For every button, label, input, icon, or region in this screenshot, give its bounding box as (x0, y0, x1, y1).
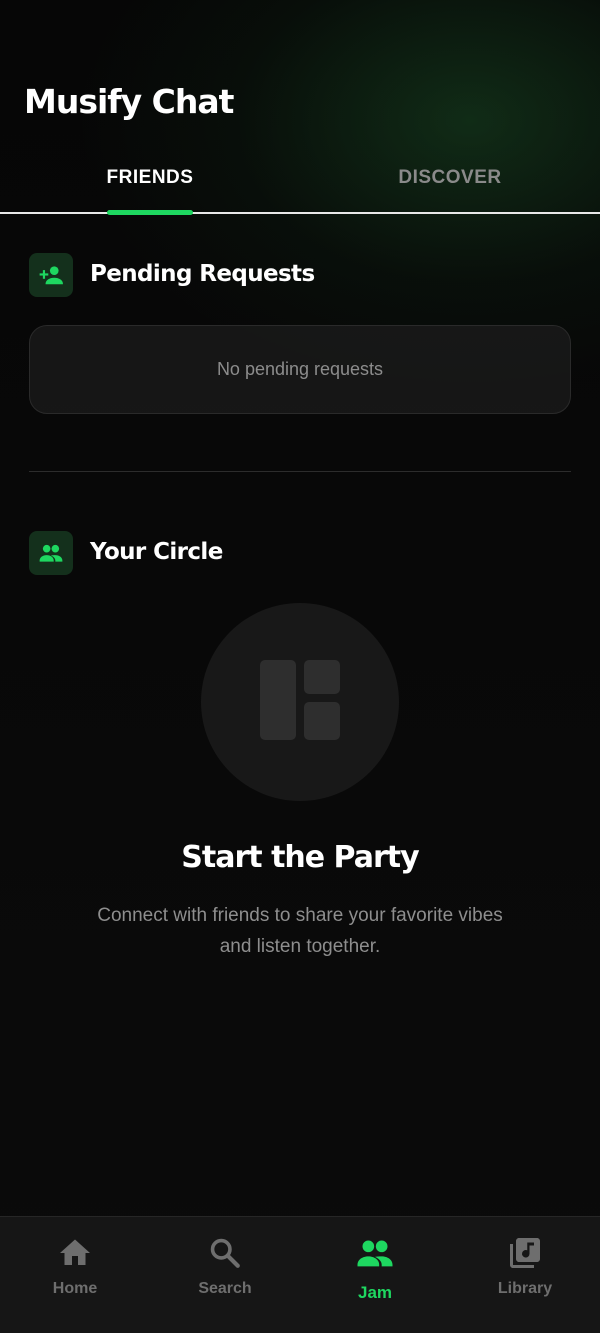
group-icon (29, 531, 73, 575)
search-icon (205, 1233, 245, 1273)
nav-jam-label: Jam (357, 1283, 393, 1302)
dashboard-icon (260, 659, 340, 745)
library-music-icon (505, 1233, 545, 1273)
header: Musify Chat FRIENDS DISCOVER (0, 0, 600, 215)
tab-friends[interactable]: FRIENDS (0, 150, 300, 215)
pending-requests-empty-text: No pending requests (216, 359, 384, 379)
nav-search[interactable]: Search (150, 1217, 300, 1333)
group-icon (355, 1233, 395, 1273)
nav-home[interactable]: Home (0, 1217, 150, 1333)
pending-requests-header: Pending Requests (29, 253, 569, 297)
person-add-icon (29, 253, 73, 297)
nav-library-label: Library (497, 1280, 553, 1297)
your-circle-title: Your Circle (90, 539, 223, 565)
empty-state-title: Start the Party (181, 840, 419, 875)
app-screen: Musify Chat FRIENDS DISCOVER Pending Req… (0, 0, 600, 1333)
empty-state-illustration (201, 603, 399, 801)
pending-requests-empty-card: No pending requests (29, 325, 571, 414)
app-title: Musify Chat (24, 82, 234, 121)
empty-state-description: Connect with friends to share your favor… (97, 905, 503, 957)
bottom-navigation: Home Search Jam Library (0, 1216, 600, 1333)
pending-requests-title: Pending Requests (90, 261, 315, 287)
nav-jam[interactable]: Jam (300, 1217, 450, 1333)
tab-discover-label: DISCOVER (398, 167, 502, 188)
nav-home-label: Home (52, 1280, 98, 1297)
nav-search-label: Search (198, 1280, 252, 1297)
active-tab-indicator (107, 210, 193, 215)
your-circle-header: Your Circle (29, 531, 569, 575)
tab-bar: FRIENDS DISCOVER (0, 150, 600, 215)
tab-friends-label: FRIENDS (106, 167, 194, 188)
section-divider (29, 471, 571, 472)
tab-discover[interactable]: DISCOVER (300, 150, 600, 212)
home-icon (55, 1233, 95, 1273)
nav-library[interactable]: Library (450, 1217, 600, 1333)
